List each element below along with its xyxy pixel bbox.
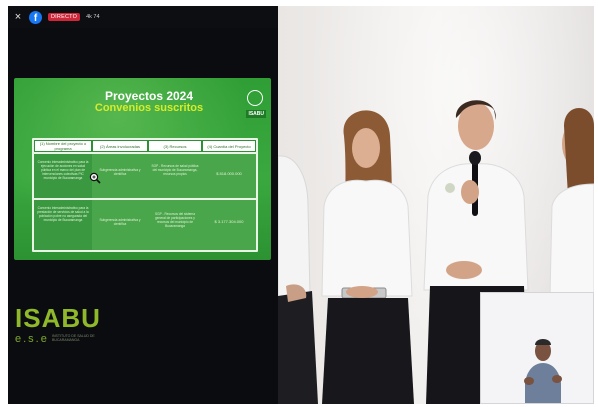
sign-language-interpreter-inset bbox=[480, 292, 594, 404]
slide-logo-text: ISABU bbox=[246, 110, 266, 118]
table-header-amount: (4) Cuantía del Proyecto bbox=[202, 140, 256, 152]
viewer-count: 4k 74 bbox=[86, 14, 100, 20]
slide-subtitle: Convenios suscritos bbox=[94, 102, 204, 114]
isabu-logo: ISABU bbox=[15, 304, 101, 332]
table-cell-areas: Subgerencia administrativa y científica bbox=[99, 218, 141, 226]
player-topbar: × f DIRECTO 4k 74 bbox=[8, 6, 283, 28]
table-cell-resources: SGP - Recursos de salud pública del muni… bbox=[151, 164, 199, 176]
close-icon[interactable]: × bbox=[13, 11, 23, 23]
ese-label: e.s.e bbox=[15, 333, 49, 345]
table-cell-resources: SGP - Recursos del sistema general de pa… bbox=[155, 212, 195, 228]
live-badge: DIRECTO bbox=[48, 13, 81, 21]
zoom-in-icon[interactable] bbox=[89, 172, 101, 184]
institution-caption: INSTITUTO DE SALUD DE BUCARAMANGA bbox=[52, 334, 95, 343]
table-cell-amount: $ 3.177.304.000 bbox=[214, 219, 244, 224]
table-header-project: (1) Nombre del proyecto o programa bbox=[34, 140, 92, 152]
isabu-logo-bu: BU bbox=[61, 303, 101, 333]
table-cell-amount: $ 818.000.000 bbox=[216, 171, 242, 176]
table-row: Convenio interadministrativo para la eje… bbox=[34, 154, 256, 198]
slide-title: Proyectos 2024 bbox=[104, 89, 194, 103]
table-header-areas: (2) Áreas involucradas bbox=[92, 140, 148, 152]
table-cell-project: Convenio interadministrativo para la pre… bbox=[37, 206, 89, 222]
live-video-frame: Proyectos 2024 Convenios suscritos ISABU… bbox=[8, 6, 594, 404]
facebook-icon: f bbox=[29, 10, 42, 24]
table-row: Convenio interadministrativo para la pre… bbox=[34, 200, 256, 250]
institution-seal-icon bbox=[247, 90, 263, 106]
isabu-logo-isa: ISA bbox=[15, 303, 62, 333]
table-cell-project: Convenio interadministrativo para la eje… bbox=[37, 160, 89, 180]
interpreter-image bbox=[481, 293, 593, 403]
table-header-resources: (3) Recursos bbox=[148, 140, 202, 152]
agreements-table: (1) Nombre del proyecto o programa (2) Á… bbox=[32, 138, 258, 252]
presentation-panel: Proyectos 2024 Convenios suscritos ISABU… bbox=[8, 28, 278, 404]
projects-slide: Proyectos 2024 Convenios suscritos ISABU… bbox=[14, 78, 271, 260]
